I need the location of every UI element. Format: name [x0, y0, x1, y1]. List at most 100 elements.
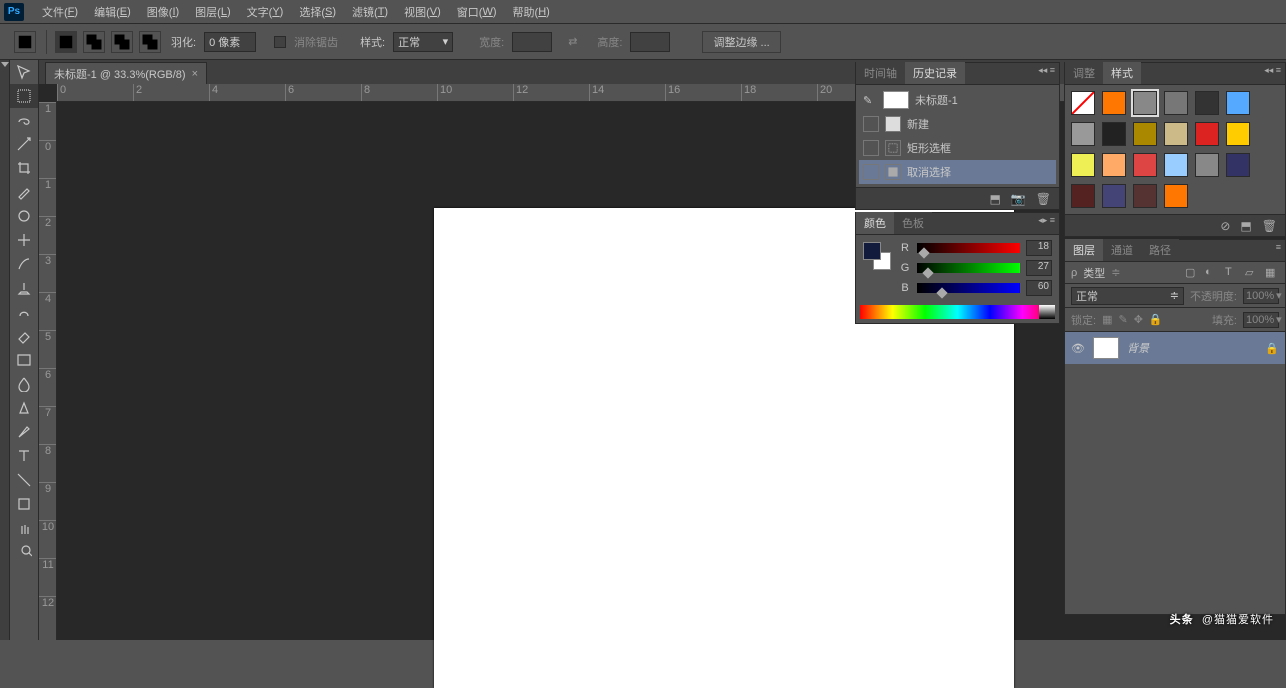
- style-swatch[interactable]: [1133, 153, 1157, 177]
- style-swatch[interactable]: [1102, 91, 1126, 115]
- filter-kind[interactable]: 类型: [1083, 265, 1105, 281]
- snapshot-icon[interactable]: 📷: [1011, 192, 1026, 206]
- patch-tool[interactable]: [10, 204, 38, 228]
- height-input[interactable]: [630, 32, 670, 52]
- feather-input[interactable]: [204, 32, 256, 52]
- style-swatch[interactable]: [1071, 91, 1095, 115]
- path-tool[interactable]: [10, 468, 38, 492]
- tab-swatches[interactable]: 色板: [894, 212, 932, 234]
- add-selection-icon[interactable]: [83, 31, 105, 53]
- style-swatch[interactable]: [1195, 91, 1219, 115]
- menu-v[interactable]: 视图(V): [396, 0, 449, 24]
- filter-smart-icon[interactable]: ▦: [1265, 266, 1279, 280]
- style-swatch[interactable]: [1226, 153, 1250, 177]
- style-swatch[interactable]: [1164, 91, 1188, 115]
- menu-w[interactable]: 窗口(W): [449, 0, 505, 24]
- layer-name[interactable]: 背景: [1127, 340, 1149, 356]
- lasso-tool[interactable]: [10, 108, 38, 132]
- color-spectrum[interactable]: [860, 305, 1055, 319]
- lock-paint-icon[interactable]: ✎: [1118, 313, 1127, 326]
- r-slider[interactable]: [917, 243, 1020, 253]
- visibility-icon[interactable]: 👁: [1071, 342, 1085, 355]
- tab-layers[interactable]: 图层: [1065, 239, 1103, 261]
- style-swatch[interactable]: [1071, 184, 1095, 208]
- history-item[interactable]: 矩形选框: [859, 136, 1056, 160]
- wand-tool[interactable]: [10, 132, 38, 156]
- blur-tool[interactable]: [10, 372, 38, 396]
- history-item[interactable]: 新建: [859, 112, 1056, 136]
- blend-mode-select[interactable]: 正常≑: [1071, 287, 1184, 305]
- tab-color[interactable]: 颜色: [856, 212, 894, 234]
- tab-channels[interactable]: 通道: [1103, 239, 1141, 261]
- lock-position-icon[interactable]: ✥: [1134, 313, 1143, 326]
- filter-shape-icon[interactable]: ▱: [1245, 266, 1259, 280]
- lock-transparent-icon[interactable]: ▦: [1102, 313, 1112, 326]
- zoom-tool[interactable]: [10, 540, 38, 564]
- filter-pixel-icon[interactable]: ▢: [1185, 266, 1199, 280]
- tab-styles[interactable]: 样式: [1103, 62, 1141, 84]
- style-select[interactable]: 正常▾: [393, 32, 453, 52]
- shape-tool[interactable]: [10, 492, 38, 516]
- brush-tool[interactable]: [10, 252, 38, 276]
- type-tool[interactable]: [10, 444, 38, 468]
- menu-f[interactable]: 文件(F): [34, 0, 86, 24]
- new-style-icon[interactable]: ⬒: [1240, 219, 1251, 233]
- style-swatch[interactable]: [1195, 122, 1219, 146]
- tab-adjustments[interactable]: 调整: [1065, 62, 1103, 84]
- hand-tool[interactable]: [10, 516, 38, 540]
- new-selection-icon[interactable]: [55, 31, 77, 53]
- style-swatch[interactable]: [1195, 153, 1219, 177]
- style-swatch[interactable]: [1102, 184, 1126, 208]
- stamp-tool[interactable]: [10, 276, 38, 300]
- style-swatch[interactable]: [1133, 184, 1157, 208]
- healing-tool[interactable]: [10, 228, 38, 252]
- layer-row[interactable]: 👁 背景 🔒: [1065, 332, 1285, 364]
- menu-h[interactable]: 帮助(H): [505, 0, 558, 24]
- clear-style-icon[interactable]: ⊘: [1220, 219, 1230, 233]
- tab-timeline[interactable]: 时间轴: [856, 62, 905, 84]
- ruler-vertical[interactable]: 10123456789101112: [39, 102, 57, 640]
- width-input[interactable]: [512, 32, 552, 52]
- antialias-checkbox[interactable]: [274, 36, 286, 48]
- filter-type-icon[interactable]: T: [1225, 266, 1239, 280]
- style-swatch[interactable]: [1226, 122, 1250, 146]
- dodge-tool[interactable]: [10, 396, 38, 420]
- trash-icon[interactable]: 🗑: [1262, 219, 1277, 233]
- style-swatch[interactable]: [1133, 122, 1157, 146]
- refine-edge-button[interactable]: 调整边缘 ...: [702, 31, 780, 53]
- style-swatch[interactable]: [1164, 122, 1188, 146]
- history-item[interactable]: 取消选择: [859, 160, 1056, 184]
- menu-i[interactable]: 图像(I): [139, 0, 187, 24]
- style-swatch[interactable]: [1071, 122, 1095, 146]
- crop-tool[interactable]: [10, 156, 38, 180]
- layer-thumbnail[interactable]: [1093, 337, 1119, 359]
- trash-icon[interactable]: 🗑: [1036, 192, 1051, 206]
- menu-y[interactable]: 文字(Y): [239, 0, 292, 24]
- subtract-selection-icon[interactable]: [111, 31, 133, 53]
- style-swatch[interactable]: [1133, 91, 1157, 115]
- foreground-color[interactable]: [863, 242, 881, 260]
- lock-all-icon[interactable]: 🔒: [1149, 313, 1163, 326]
- panel-menu-icon[interactable]: ≡: [1276, 242, 1281, 252]
- style-swatch[interactable]: [1226, 91, 1250, 115]
- eraser-tool[interactable]: [10, 324, 38, 348]
- panel-menu-icon[interactable]: ◂▸ ≡: [1038, 215, 1055, 226]
- foreground-background-swatch[interactable]: [863, 242, 891, 270]
- pen-tool[interactable]: [10, 420, 38, 444]
- style-swatch[interactable]: [1164, 153, 1188, 177]
- r-value[interactable]: 18: [1026, 240, 1052, 256]
- b-value[interactable]: 60: [1026, 280, 1052, 296]
- style-swatch[interactable]: [1102, 122, 1126, 146]
- style-swatch[interactable]: [1071, 153, 1095, 177]
- move-tool[interactable]: [10, 60, 38, 84]
- document-tab[interactable]: 未标题-1 @ 33.3%(RGB/8) ×: [45, 62, 207, 84]
- g-slider[interactable]: [917, 263, 1020, 273]
- tab-history[interactable]: 历史记录: [905, 62, 965, 84]
- opacity-input[interactable]: 100%▾: [1243, 288, 1279, 304]
- menu-e[interactable]: 编辑(E): [86, 0, 139, 24]
- collapse-strip[interactable]: [0, 60, 10, 640]
- menu-t[interactable]: 滤镜(T): [344, 0, 396, 24]
- swap-wh-icon[interactable]: ⇄: [568, 35, 577, 48]
- close-icon[interactable]: ×: [192, 68, 198, 80]
- gradient-tool[interactable]: [10, 348, 38, 372]
